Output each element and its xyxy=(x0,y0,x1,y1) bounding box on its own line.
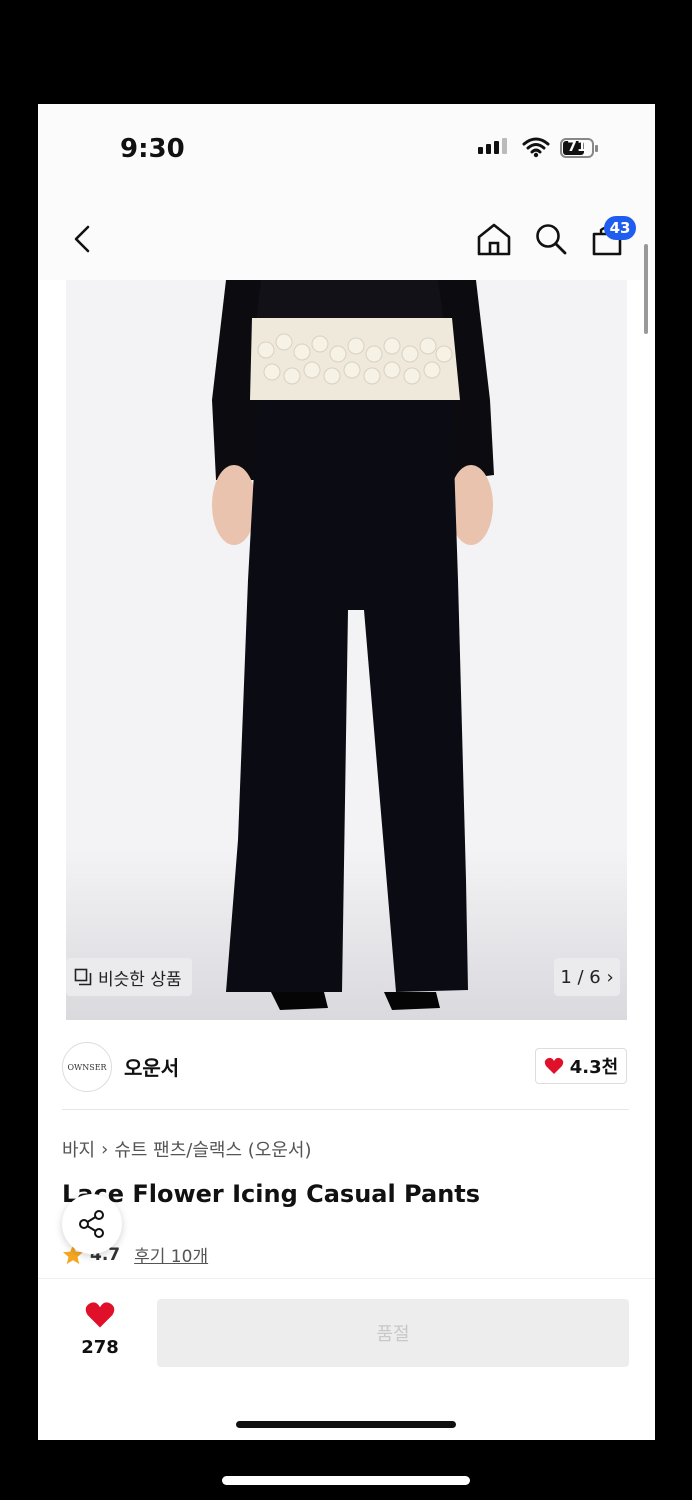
heart-icon xyxy=(544,1057,563,1074)
similar-icon xyxy=(74,968,92,986)
home-indicator xyxy=(236,1421,456,1428)
brand-like-button[interactable]: 4.3천 xyxy=(535,1048,627,1084)
similar-products-label: 비슷한 상품 xyxy=(98,969,182,990)
heart-icon xyxy=(85,1302,115,1328)
brand-like-count: 4.3천 xyxy=(569,1057,619,1078)
cart-count-badge: 43 xyxy=(604,216,636,240)
bottom-bar: 278 품절 xyxy=(38,1278,655,1440)
sold-out-button[interactable]: 품절 xyxy=(157,1299,629,1367)
top-nav: 43 xyxy=(38,194,655,280)
breadcrumb-subcategory[interactable]: 슈트 팬츠/슬랙스 (오운서) xyxy=(114,1136,311,1162)
brand-row[interactable]: OWNSER 오운서 4.3천 xyxy=(38,1020,655,1110)
image-pager[interactable]: 1 / 6 › xyxy=(554,958,620,996)
brand-name[interactable]: 오운서 xyxy=(124,1052,179,1081)
share-button[interactable] xyxy=(62,1194,122,1254)
app-screen: 9:30 71 43 비슷한 상품 1 / 6 › OWNSER 오운서 4.3… xyxy=(38,104,655,1440)
scroll-indicator xyxy=(644,244,648,334)
product-title: Lace Flower Icing Casual Pants xyxy=(62,1180,481,1208)
battery-icon: 71 xyxy=(560,138,598,158)
product-image[interactable]: 비슷한 상품 1 / 6 › xyxy=(66,280,627,1020)
wifi-icon xyxy=(522,137,550,158)
outer-home-indicator xyxy=(222,1476,470,1485)
wishlist-button[interactable]: 278 xyxy=(78,1301,122,1358)
status-bar: 9:30 71 xyxy=(38,104,655,194)
home-icon[interactable] xyxy=(476,222,512,256)
cellular-signal-icon xyxy=(478,138,507,154)
review-count-link[interactable]: 후기 10개 xyxy=(134,1242,208,1267)
brand-logo[interactable]: OWNSER xyxy=(62,1042,112,1092)
status-time: 9:30 xyxy=(120,134,185,164)
divider xyxy=(62,1109,629,1110)
similar-products-button[interactable]: 비슷한 상품 xyxy=(66,958,192,996)
share-icon xyxy=(79,1210,104,1238)
pants-illustration xyxy=(212,280,494,1010)
breadcrumb: 바지 › 슈트 팬츠/슬랙스 (오운서) xyxy=(62,1136,311,1162)
breadcrumb-category[interactable]: 바지 xyxy=(62,1136,95,1162)
back-icon[interactable] xyxy=(72,224,92,254)
search-icon[interactable] xyxy=(534,222,568,256)
wishlist-count: 278 xyxy=(81,1337,119,1358)
battery-level: 71 xyxy=(567,139,587,155)
chevron-right-icon: › xyxy=(101,1138,109,1160)
